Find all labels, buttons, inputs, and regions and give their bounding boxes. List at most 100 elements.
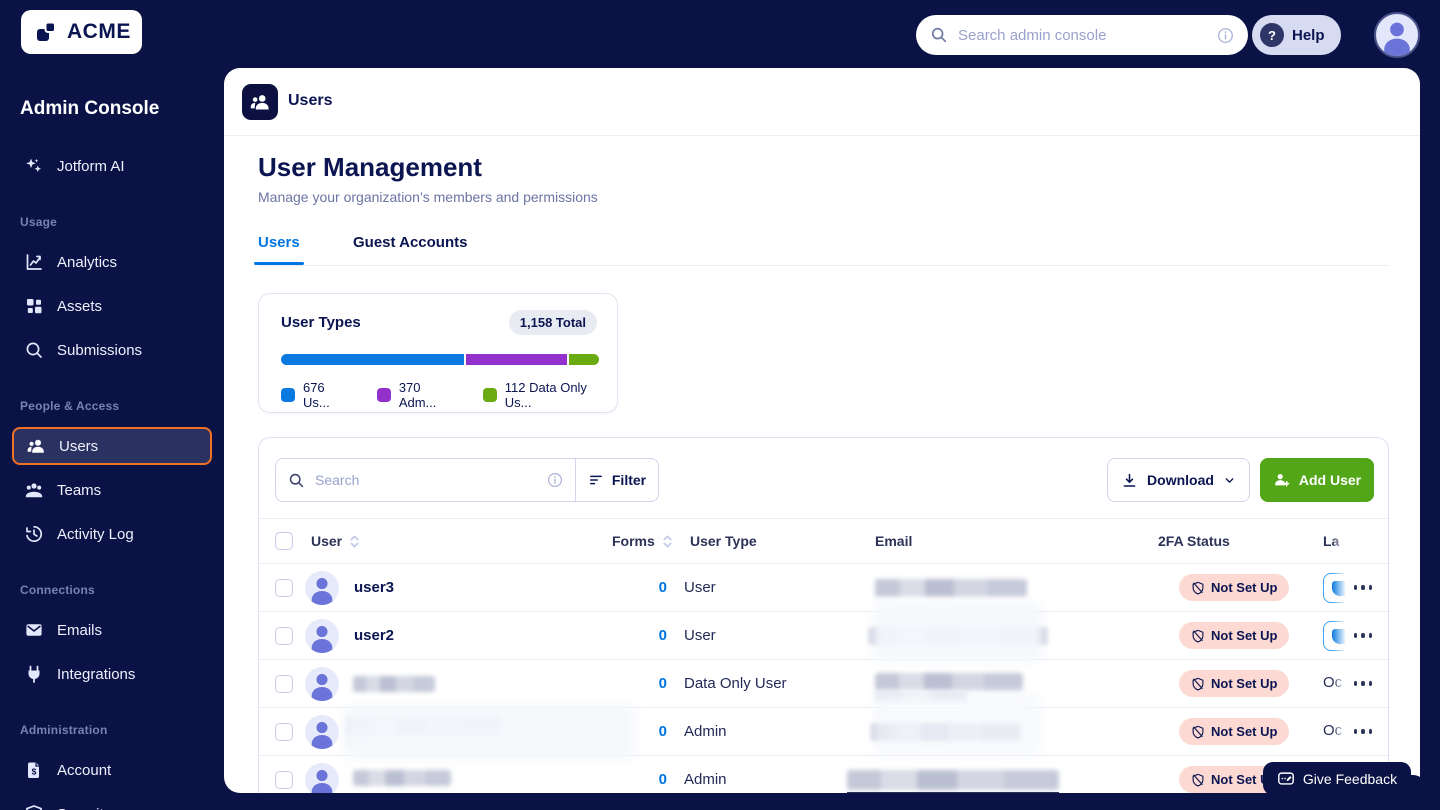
- give-feedback-button[interactable]: Give Feedback: [1263, 762, 1411, 795]
- redaction-blob: [873, 693, 1041, 757]
- user-type-value: Admin: [684, 771, 727, 788]
- sidebar-item-account[interactable]: $ Account: [12, 751, 212, 789]
- twofa-status-label: Not Set Up: [1211, 676, 1278, 691]
- sidebar-item-label: Teams: [57, 481, 102, 499]
- table-search-placeholder: Search: [315, 472, 360, 488]
- row-actions-menu-button[interactable]: [1348, 577, 1378, 599]
- person-icon: [311, 770, 333, 793]
- forms-count-link[interactable]: 0: [639, 723, 667, 740]
- user-type-value: Admin: [684, 723, 727, 740]
- user-avatar-menu[interactable]: [1374, 12, 1420, 58]
- redaction-blob: [873, 601, 1043, 663]
- user-type-value: Data Only User: [684, 675, 787, 692]
- row-actions-menu-button[interactable]: [1348, 625, 1378, 647]
- forms-count-link[interactable]: 0: [639, 771, 667, 788]
- give-feedback-label: Give Feedback: [1302, 770, 1398, 787]
- column-header-forms[interactable]: Forms: [612, 533, 674, 549]
- legend-swatch-purple: [376, 388, 391, 402]
- sidebar-item-activity-log[interactable]: Activity Log: [12, 515, 212, 553]
- row-checkbox[interactable]: [275, 674, 293, 693]
- sidebar-item-label: Integrations: [57, 665, 136, 683]
- sidebar-item-security[interactable]: Security: [12, 795, 212, 810]
- twofa-status-badge: Not Set Up: [1179, 622, 1290, 649]
- shield-off-icon: [1192, 581, 1204, 595]
- twofa-status-label: Not Set Up: [1211, 724, 1278, 739]
- row-checkbox[interactable]: [275, 626, 293, 645]
- billing-document-icon: $: [27, 762, 39, 778]
- legend-label: 112 Data Only Us...: [504, 380, 587, 410]
- sidebar-item-users[interactable]: Users: [12, 427, 212, 465]
- sidebar-item-label: Security: [57, 806, 111, 810]
- row-checkbox[interactable]: [275, 578, 293, 597]
- users-table: Search Filter Download Add User User For…: [258, 437, 1389, 793]
- bar-segment-data-only: [568, 354, 599, 365]
- shield-off-icon: [1192, 773, 1204, 787]
- users-icon: [27, 439, 44, 453]
- table-search-input[interactable]: Search: [276, 472, 575, 489]
- sidebar-item-jotform-ai[interactable]: Jotform AI: [12, 147, 212, 185]
- sidebar-item-teams[interactable]: Teams: [12, 471, 212, 509]
- sidebar-section-connections: Connections: [20, 583, 95, 597]
- table-row: user3 0 User Not Set Up: [259, 564, 1388, 612]
- acme-logo[interactable]: ACME: [21, 10, 142, 54]
- user-types-stacked-bar: [281, 354, 599, 365]
- teams-icon: [25, 483, 43, 498]
- tab-guest-accounts[interactable]: Guest Accounts: [353, 234, 467, 263]
- filter-button[interactable]: Filter: [576, 459, 658, 501]
- select-all-checkbox[interactable]: [275, 532, 293, 550]
- add-user-button[interactable]: Add User: [1260, 458, 1374, 502]
- shield-off-icon: [1192, 629, 1204, 643]
- person-icon: [311, 722, 333, 749]
- sidebar-item-analytics[interactable]: Analytics: [12, 243, 212, 281]
- user-types-card: User Types 1,158 Total 676 Us... 370 Adm…: [258, 293, 618, 413]
- row-checkbox[interactable]: [275, 722, 293, 741]
- twofa-status-badge: Not Set Up: [1179, 670, 1290, 697]
- user-name: user2: [354, 627, 395, 644]
- column-header-user[interactable]: User: [311, 533, 361, 549]
- filter-icon: [589, 475, 602, 485]
- row-checkbox[interactable]: [275, 770, 293, 789]
- table-row: 0 Data Only User Not Set Up Oc: [259, 660, 1388, 708]
- email-redacted: [875, 673, 1023, 691]
- sidebar-item-label: Users: [59, 437, 99, 455]
- download-button[interactable]: Download: [1107, 458, 1250, 502]
- help-button[interactable]: ? Help: [1252, 15, 1341, 55]
- user-types-title: User Types: [281, 314, 361, 331]
- sidebar-item-emails[interactable]: Emails: [12, 611, 212, 649]
- user-name: user3: [354, 579, 395, 596]
- sidebar-item-label: Assets: [57, 297, 103, 315]
- clock-history-icon: [26, 525, 43, 542]
- sidebar-title: Admin Console: [20, 98, 160, 119]
- sidebar-item-label: Submissions: [57, 341, 143, 359]
- app-root: ACME Search admin console ? Help Admin C…: [0, 0, 1440, 810]
- sidebar-item-label: Activity Log: [57, 525, 134, 543]
- forms-count-link[interactable]: 0: [639, 579, 667, 596]
- forms-count-link[interactable]: 0: [639, 627, 667, 644]
- help-label: Help: [1292, 26, 1325, 44]
- sidebar-item-assets[interactable]: Assets: [12, 287, 212, 325]
- row-actions-menu-button[interactable]: [1348, 673, 1378, 695]
- sidebar-item-label: Account: [57, 761, 112, 779]
- row-avatar: [305, 715, 339, 749]
- row-actions-menu-button[interactable]: [1348, 721, 1378, 743]
- page-subtitle: Manage your organization’s members and p…: [258, 189, 598, 205]
- page-header: Users: [224, 68, 1420, 136]
- row-avatar: [305, 763, 339, 793]
- filter-label: Filter: [611, 472, 647, 488]
- row-avatar: [305, 571, 339, 605]
- global-search-input[interactable]: Search admin console: [916, 15, 1248, 55]
- legend-swatch-blue: [281, 388, 295, 402]
- users-breadcrumb-icon: [242, 84, 278, 120]
- user-type-value: User: [684, 579, 716, 596]
- sidebar-item-submissions[interactable]: Submissions: [12, 331, 212, 369]
- legend-item: 370 Adm...: [376, 380, 461, 410]
- tab-users[interactable]: Users: [254, 234, 304, 265]
- sort-icon: [663, 535, 672, 547]
- twofa-status-badge: Not Set Up: [1179, 574, 1290, 601]
- sidebar-item-integrations[interactable]: Integrations: [12, 655, 212, 693]
- sidebar-section-people-access: People & Access: [20, 399, 120, 413]
- user-types-legend: 676 Us... 370 Adm... 112 Data Only Us...: [281, 380, 617, 410]
- forms-count-link[interactable]: 0: [639, 675, 667, 692]
- info-icon: [1218, 27, 1233, 43]
- page-title: User Management: [258, 152, 482, 182]
